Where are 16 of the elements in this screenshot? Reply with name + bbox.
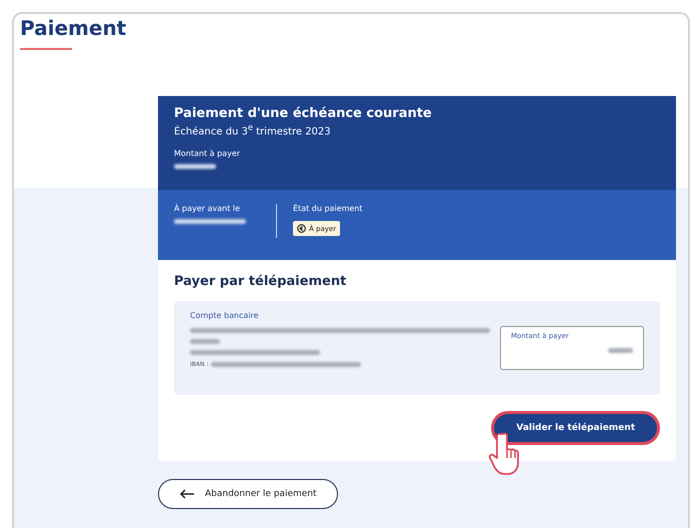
arrow-left-icon: [179, 489, 195, 499]
card-subtitle: Échéance du 3$^{e}$ trimestre 2023: [174, 122, 332, 138]
due-date-label: À payer avant le: [174, 204, 241, 213]
redacted-text: [608, 348, 633, 353]
abandon-button[interactable]: Abandonner le paiement: [158, 479, 338, 509]
redacted-text: [174, 164, 216, 170]
page-title: Paiement: [20, 16, 128, 40]
status-label: État du paiement: [293, 204, 363, 213]
section-title: Payer par télépaiement: [174, 274, 348, 289]
euro-icon: [297, 224, 306, 233]
amount-label: Montant à payer: [174, 149, 242, 158]
redacted-text: [190, 339, 220, 344]
redacted-text: [174, 219, 246, 224]
account-label: Compte bancaire: [190, 311, 260, 320]
submit-button[interactable]: Valider le télépaiement: [494, 414, 657, 442]
card-title: Paiement d'une échéance courante: [174, 106, 433, 121]
